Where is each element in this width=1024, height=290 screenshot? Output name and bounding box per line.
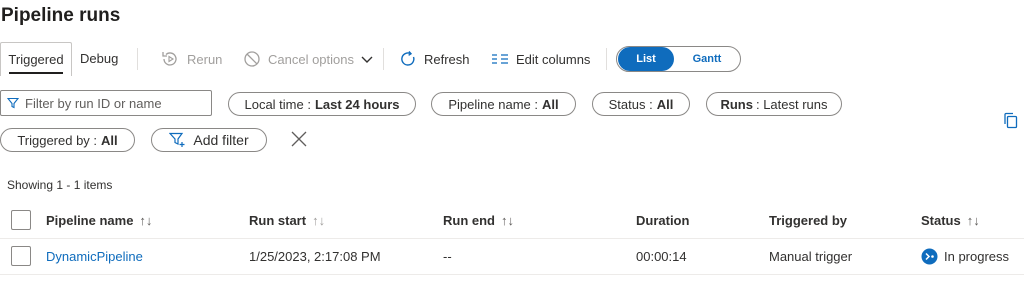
cancel-icon: [244, 51, 260, 67]
runs-filter-label: Runs: [720, 96, 753, 112]
run-start-cell: 1/25/2023, 2:17:08 PM: [249, 249, 381, 264]
column-header-label: Run end: [443, 213, 495, 228]
run-filter-search[interactable]: [0, 90, 212, 116]
toolbar-divider: [606, 48, 607, 70]
local-time-filter-label: Local time :: [244, 96, 311, 112]
tab-debug-label: Debug: [80, 51, 119, 66]
triggered-by-filter[interactable]: Triggered by : All: [0, 128, 135, 152]
active-tab-indicator: [9, 72, 63, 74]
rerun-label: Rerun: [187, 51, 223, 67]
refresh-icon: [401, 51, 415, 66]
close-icon[interactable]: [290, 130, 308, 148]
cancel-options-label: Cancel options: [268, 51, 354, 67]
status-filter-label: Status :: [608, 96, 653, 112]
pipeline-name-filter-label: Pipeline name :: [448, 96, 538, 112]
column-header-label: Triggered by: [769, 213, 848, 228]
triggered-by-filter-value: All: [101, 132, 118, 148]
cancel-options-button[interactable]: Cancel options: [243, 42, 373, 76]
local-time-filter[interactable]: Local time : Last 24 hours: [228, 92, 416, 116]
select-all-checkbox[interactable]: [11, 210, 31, 230]
tab-debug[interactable]: Debug: [80, 42, 118, 76]
sort-icon[interactable]: ↑↓: [501, 203, 514, 238]
runs-filter[interactable]: Runs : Latest runs: [706, 92, 842, 116]
add-filter-icon: [169, 132, 185, 147]
column-header-label: Status: [921, 213, 961, 228]
tab-triggered-label: Triggered: [8, 52, 64, 67]
column-header-run-end[interactable]: Run end ↑↓: [443, 203, 514, 238]
toolbar-divider: [383, 48, 384, 70]
sort-icon[interactable]: ↑↓: [139, 203, 152, 238]
column-header-run-start[interactable]: Run start ↑↓: [249, 203, 325, 238]
gantt-view-option[interactable]: Gantt: [677, 47, 737, 71]
triggered-by-cell: Manual trigger: [769, 249, 853, 264]
chevron-down-icon: [361, 56, 373, 63]
column-header-triggered-by: Triggered by: [769, 203, 847, 238]
local-time-filter-value: Last 24 hours: [314, 96, 400, 112]
column-header-status[interactable]: Status ↑↓: [921, 203, 980, 238]
column-header-label: Run start: [249, 213, 307, 228]
status-filter[interactable]: Status : All: [592, 92, 690, 116]
list-view-option[interactable]: List: [618, 47, 674, 71]
duration-cell: 00:00:14: [636, 249, 687, 264]
pipeline-name-filter[interactable]: Pipeline name : All: [431, 92, 576, 116]
edit-columns-label: Edit columns: [516, 51, 591, 67]
row-checkbox[interactable]: [11, 246, 31, 266]
column-header-duration: Duration: [636, 203, 689, 238]
column-header-label: Pipeline name: [46, 213, 134, 228]
page-title: Pipeline runs: [1, 5, 121, 26]
status-filter-value: All: [656, 96, 674, 112]
sort-icon[interactable]: ↑↓: [312, 203, 325, 238]
refresh-button[interactable]: Refresh: [399, 42, 470, 76]
run-end-cell: --: [443, 249, 452, 264]
column-header-pipeline-name[interactable]: Pipeline name ↑↓: [46, 203, 152, 238]
toolbar: Triggered Debug Rerun Cancel options Ref…: [0, 42, 1024, 76]
runs-filter-value: : Latest runs: [755, 96, 828, 112]
table-row[interactable]: DynamicPipeline 1/25/2023, 2:17:08 PM --…: [0, 239, 1024, 275]
table-header-row: Pipeline name ↑↓ Run start ↑↓ Run end ↑↓…: [0, 203, 1024, 239]
edit-columns-icon: [492, 54, 508, 64]
refresh-label: Refresh: [424, 51, 470, 67]
add-filter-button[interactable]: Add filter: [151, 128, 267, 152]
sort-icon[interactable]: ↑↓: [967, 203, 980, 238]
items-count-text: Showing 1 - 1 items: [7, 178, 113, 192]
tab-triggered[interactable]: Triggered: [0, 42, 72, 76]
add-filter-label: Add filter: [193, 132, 249, 148]
status-label: In progress: [944, 249, 1010, 264]
rerun-button[interactable]: Rerun: [160, 42, 222, 76]
edit-columns-button[interactable]: Edit columns: [491, 42, 590, 76]
pipeline-runs-table: Pipeline name ↑↓ Run start ↑↓ Run end ↑↓…: [0, 203, 1024, 275]
pipeline-name-link[interactable]: DynamicPipeline: [46, 239, 143, 274]
filter-icon: [7, 97, 19, 109]
view-toggle: List Gantt: [616, 46, 741, 72]
pipeline-name-filter-value: All: [542, 96, 559, 112]
in-progress-icon: [921, 248, 938, 265]
search-input[interactable]: [25, 95, 205, 111]
status-cell: In progress: [921, 239, 1009, 274]
column-header-label: Duration: [636, 213, 690, 228]
triggered-by-filter-label: Triggered by :: [17, 132, 98, 148]
copy-icon[interactable]: [1003, 112, 1019, 130]
rerun-icon: [162, 52, 177, 66]
toolbar-divider: [137, 48, 138, 70]
